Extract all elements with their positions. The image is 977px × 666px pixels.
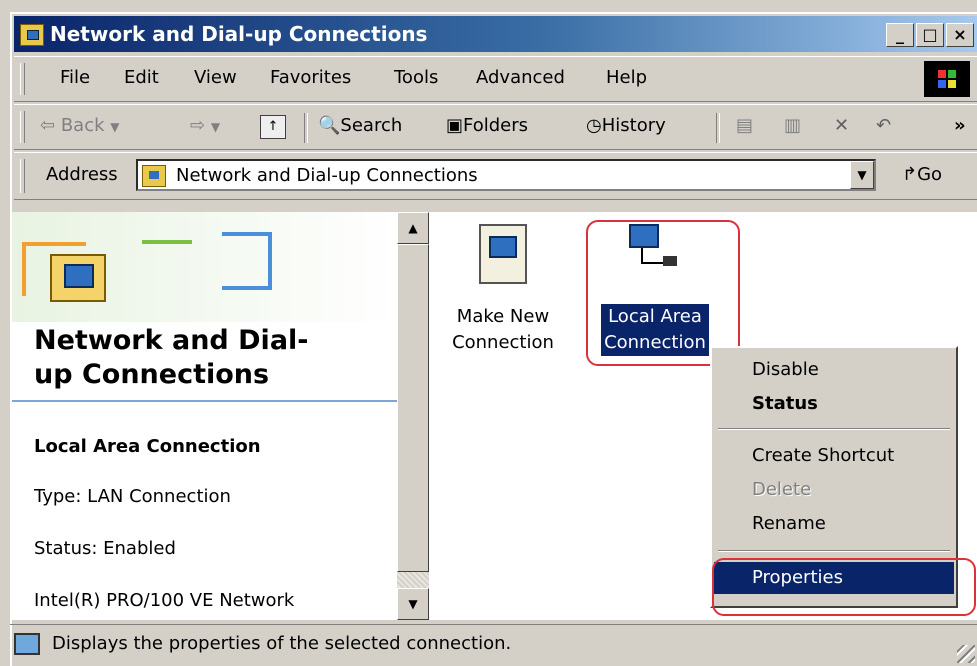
search-button[interactable]: 🔍Search xyxy=(318,115,402,136)
highlight-properties xyxy=(712,558,976,616)
pane-heading: Network and Dial- up Connections xyxy=(34,324,309,392)
back-arrow-icon: ⇦ xyxy=(40,115,56,136)
toolbar-separator xyxy=(716,113,720,143)
address-dropdown-button[interactable]: ▼ xyxy=(850,161,874,189)
menu-item-rename[interactable]: Rename xyxy=(714,508,954,540)
menu-grip[interactable] xyxy=(20,63,25,95)
history-icon: ◷ xyxy=(586,115,602,136)
pane-heading-line2: up Connections xyxy=(34,359,270,390)
title-bar[interactable]: Network and Dial-up Connections _ □ × xyxy=(14,16,977,52)
menu-favorites[interactable]: Favorites xyxy=(270,67,351,88)
up-folder-icon[interactable]: ↑ xyxy=(260,115,286,139)
toolbar-overflow-chevron[interactable]: » xyxy=(954,115,966,136)
menu-help[interactable]: Help xyxy=(606,67,647,88)
status-bar: Displays the properties of the selected … xyxy=(10,624,977,665)
resize-grip[interactable] xyxy=(957,645,975,663)
move-to-icon[interactable]: ▤ xyxy=(736,115,753,136)
menu-file[interactable]: File xyxy=(60,67,90,88)
forward-button[interactable]: ⇨ ▼ xyxy=(190,115,220,136)
address-label: Address xyxy=(46,164,118,185)
go-button[interactable]: ↱Go xyxy=(902,164,942,185)
vertical-scrollbar[interactable]: ▲ ▼ xyxy=(397,212,429,620)
scroll-up-button[interactable]: ▲ xyxy=(397,212,429,244)
address-bar: Address Network and Dial-up Connections … xyxy=(14,152,977,200)
device-name: Intel(R) PRO/100 VE Network xyxy=(34,590,295,611)
windows-logo xyxy=(924,61,970,97)
close-button[interactable]: × xyxy=(946,23,974,47)
folders-label: Folders xyxy=(463,115,529,136)
search-icon: 🔍 xyxy=(318,115,341,136)
menu-item-disable[interactable]: Disable xyxy=(714,354,954,386)
menu-view[interactable]: View xyxy=(194,67,237,88)
window-title: Network and Dial-up Connections xyxy=(50,22,428,46)
go-arrow-icon: ↱ xyxy=(902,164,918,185)
scroll-down-button[interactable]: ▼ xyxy=(397,588,429,620)
menu-advanced[interactable]: Advanced xyxy=(476,67,565,88)
heading-divider xyxy=(12,400,397,402)
network-folder-icon xyxy=(20,24,44,46)
connection-status: Status: Enabled xyxy=(34,538,176,559)
go-label: Go xyxy=(917,164,943,185)
monitor-icon xyxy=(14,633,40,655)
menu-edit[interactable]: Edit xyxy=(124,67,159,88)
make-new-label-1: Make New xyxy=(456,306,550,327)
delete-icon[interactable]: ✕ xyxy=(834,115,849,136)
maximize-button[interactable]: □ xyxy=(916,23,944,47)
back-button[interactable]: ⇦ Back ▼ xyxy=(40,115,120,136)
address-grip[interactable] xyxy=(20,159,25,193)
toolbar-grip[interactable] xyxy=(20,111,25,143)
undo-icon[interactable]: ↶ xyxy=(876,115,891,136)
back-label: Back xyxy=(60,115,105,136)
standard-toolbar: ⇦ Back ▼ ⇨ ▼ ↑ 🔍Search ▣Folders ◷History… xyxy=(14,104,977,150)
toolbar-separator xyxy=(304,113,308,143)
folders-icon: ▣ xyxy=(446,115,464,136)
selected-item-name: Local Area Connection xyxy=(34,436,261,457)
highlight-lan-icon xyxy=(586,220,740,366)
connection-type: Type: LAN Connection xyxy=(34,486,231,507)
status-text: Displays the properties of the selected … xyxy=(52,633,512,654)
address-input[interactable]: Network and Dial-up Connections ▼ xyxy=(136,159,876,191)
menu-tools[interactable]: Tools xyxy=(394,67,438,88)
folders-button[interactable]: ▣Folders xyxy=(446,115,528,136)
menu-separator xyxy=(718,428,950,430)
info-pane: Network and Dial- up Connections Local A… xyxy=(12,212,397,620)
make-new-connection-icon xyxy=(479,224,527,284)
menu-bar: File Edit View Favorites Tools Advanced … xyxy=(14,56,977,102)
copy-to-icon[interactable]: ▥ xyxy=(784,115,801,136)
menu-item-status[interactable]: Status xyxy=(714,388,954,420)
menu-item-create-shortcut[interactable]: Create Shortcut xyxy=(714,440,954,472)
menu-item-delete: Delete xyxy=(752,479,812,500)
network-folder-icon xyxy=(142,165,166,187)
minimize-button[interactable]: _ xyxy=(886,23,914,47)
network-folder-icon xyxy=(50,254,106,302)
make-new-label-2: Connection xyxy=(452,332,554,353)
menu-separator xyxy=(718,550,950,552)
banner-art xyxy=(12,212,397,322)
make-new-connection-item[interactable]: Make New Connection xyxy=(443,218,563,358)
search-label: Search xyxy=(340,115,403,136)
history-button[interactable]: ◷History xyxy=(586,115,666,136)
forward-dropdown-icon: ▼ xyxy=(210,120,221,134)
back-dropdown-icon: ▼ xyxy=(110,120,120,134)
pane-heading-line1: Network and Dial- xyxy=(34,325,309,356)
forward-arrow-icon: ⇨ xyxy=(190,115,206,136)
address-value: Network and Dial-up Connections xyxy=(176,165,478,186)
history-label: History xyxy=(601,115,666,136)
scroll-thumb[interactable] xyxy=(397,244,429,572)
